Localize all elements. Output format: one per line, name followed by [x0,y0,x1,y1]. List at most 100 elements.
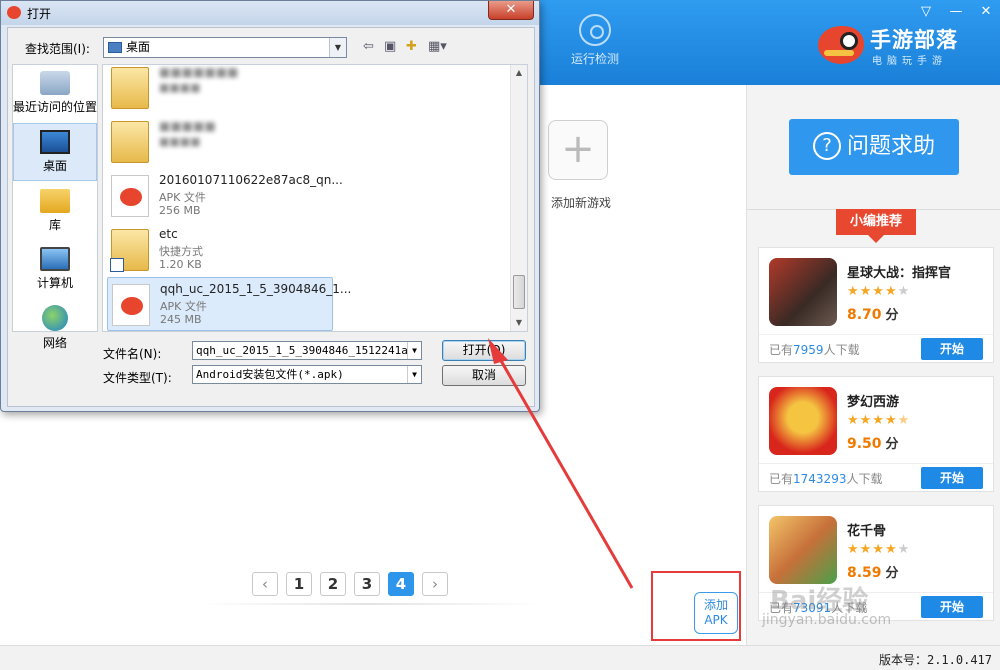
brand-name: 手游部落 [870,28,958,52]
nav-run-check[interactable]: 运行检测 [560,14,630,67]
file-type: ■■■■ [159,135,201,148]
look-in-label: 查找范围(I): [25,42,90,56]
place-libraries[interactable]: 库 [13,183,97,241]
version-label: 版本号：2.1.0.417 [878,653,992,667]
open-file-dialog: 打开 ✕ 查找范围(I): 桌面 ▼ ⇦ ▣ ✚ ▦▾ 最近访问的位置 桌面 库 [0,0,540,412]
place-label: 网络 [42,336,67,350]
close-icon[interactable]: ✕ [978,4,994,19]
open-button[interactable]: 打开(O) [442,340,526,361]
mascot-icon [818,26,864,64]
game-card: 梦幻西游 ★★★★★ 9.50 分 已有1743293人下载 开始 [758,376,994,492]
next-page-button[interactable]: › [422,572,448,596]
game-title[interactable]: 梦幻西游 [847,391,899,410]
file-list-scrollbar[interactable]: ▲ ▼ [510,65,527,331]
game-thumbnail[interactable] [769,387,837,455]
prev-page-button[interactable]: ‹ [252,572,278,596]
desktop-icon [40,130,70,154]
place-label: 桌面 [42,159,67,173]
game-card-footer: 已有1743293人下载 开始 [759,463,993,492]
file-name: 20160107110622e87ac8_qn... [159,173,343,187]
page-2-button[interactable]: 2 [320,572,346,596]
scroll-thumb[interactable] [513,275,525,309]
file-item[interactable]: 20160107110622e87ac8_qn... APK 文件 256 MB [107,169,343,223]
recommend-tag: 小编推荐 [836,209,916,243]
computer-icon [40,247,70,271]
start-button[interactable]: 开始 [921,596,983,618]
filetype-value: Android安装包文件(*.apk) [196,368,344,381]
file-type: APK 文件 [160,300,207,313]
download-count: 已有1743293人下载 [769,472,883,486]
file-size: 1.20 KB [159,258,202,271]
chevron-down-icon[interactable]: ▼ [329,38,346,57]
chevron-down-icon[interactable]: ▼ [407,366,421,383]
skin-menu-icon[interactable]: ▽ [918,4,934,19]
filename-value: qqh_uc_2015_1_5_3904846_1512241a75c9.apk [196,344,421,357]
file-name: ■■■■■ [159,119,216,133]
libraries-icon [40,189,70,213]
add-game-tile[interactable]: + 添加新游戏 [548,120,611,210]
places-bar: 最近访问的位置 桌面 库 计算机 网络 [12,64,98,350]
look-in-combo[interactable]: 桌面 ▼ [103,37,347,58]
download-count: 已有7959人下载 [769,343,860,357]
add-apk-button[interactable]: 添加 APK [694,592,738,634]
file-item[interactable]: ■■■■■■■ ■■■■ [107,65,333,115]
apk-file-icon [112,284,150,326]
help-button[interactable]: ? 问题求助 [789,119,959,175]
status-bar: 版本号：2.1.0.417 [0,645,1000,670]
network-icon [42,305,68,331]
file-type: ■■■■ [159,81,201,94]
game-title[interactable]: 花千骨 [847,520,886,539]
game-thumbnail[interactable] [769,516,837,584]
place-computer[interactable]: 计算机 [13,241,97,299]
view-menu-icon[interactable]: ▦▾ [428,39,447,54]
file-list: ■■■■■■■ ■■■■ ■■■■■ ■■■■ 20160107110622e8… [102,64,528,332]
filename-label: 文件名(N): [103,347,162,361]
start-button[interactable]: 开始 [921,338,983,360]
dialog-title: 打开 [27,7,52,21]
place-network[interactable]: 网络 [13,299,97,357]
dialog-body: 查找范围(I): 桌面 ▼ ⇦ ▣ ✚ ▦▾ 最近访问的位置 桌面 库 计算机 … [7,27,535,407]
up-folder-icon[interactable]: ▣ [384,39,396,54]
file-type: 快捷方式 [159,245,203,258]
file-item-selected[interactable]: qqh_uc_2015_1_5_3904846_1... APK 文件 245 … [107,277,351,331]
place-recent[interactable]: 最近访问的位置 [13,65,97,123]
app-icon [7,6,21,19]
brand-slogan: 电脑玩手游 [872,56,947,67]
place-desktop[interactable]: 桌面 [13,123,97,181]
pagination: ‹ 1 2 3 4 › [252,572,448,596]
new-folder-icon[interactable]: ✚ [406,39,417,54]
look-in-value: 桌面 [126,40,151,54]
game-title[interactable]: 星球大战：指挥官 [847,262,951,281]
back-arrow-icon[interactable]: ⇦ [363,39,374,54]
page-3-button[interactable]: 3 [354,572,380,596]
nav-run-check-label: 运行检测 [570,52,619,66]
file-type: APK 文件 [159,191,206,204]
window-controls: ▽ — ✕ [918,4,994,19]
help-button-label: 问题求助 [846,134,935,159]
cancel-button[interactable]: 取消 [442,365,526,386]
filetype-select[interactable]: Android安装包文件(*.apk) ▼ [192,365,422,384]
minimize-icon[interactable]: — [948,4,964,19]
dialog-close-button[interactable]: ✕ [488,1,534,20]
game-thumbnail[interactable] [769,258,837,326]
place-label: 计算机 [36,276,73,290]
chevron-down-icon[interactable]: ▼ [407,342,421,359]
file-size: 245 MB [160,313,202,326]
shortcut-folder-icon [110,229,149,272]
filename-input[interactable]: qqh_uc_2015_1_5_3904846_1512241a75c9.apk… [192,341,422,360]
right-sidebar: ? 问题求助 小编推荐 星球大战：指挥官 ★★★★★ 8.70 分 已有7959人下… [746,85,1000,645]
page-4-button[interactable]: 4 [388,572,414,596]
dialog-titlebar[interactable]: 打开 ✕ [1,1,539,25]
scroll-up-icon[interactable]: ▲ [511,65,527,81]
filetype-label: 文件类型(T): [103,371,172,385]
scroll-down-icon[interactable]: ▼ [511,315,527,331]
start-button[interactable]: 开始 [921,467,983,489]
watermark-url: jingyan.baidu.com [762,612,892,628]
pager-divider [200,603,540,605]
file-item[interactable]: ■■■■■ ■■■■ [107,115,333,169]
game-card-footer: 已有7959人下载 开始 [759,334,993,363]
folder-icon [111,121,149,163]
page-1-button[interactable]: 1 [286,572,312,596]
file-item[interactable]: etc 快捷方式 1.20 KB [107,223,333,277]
add-game-label: 添加新游戏 [550,196,611,210]
